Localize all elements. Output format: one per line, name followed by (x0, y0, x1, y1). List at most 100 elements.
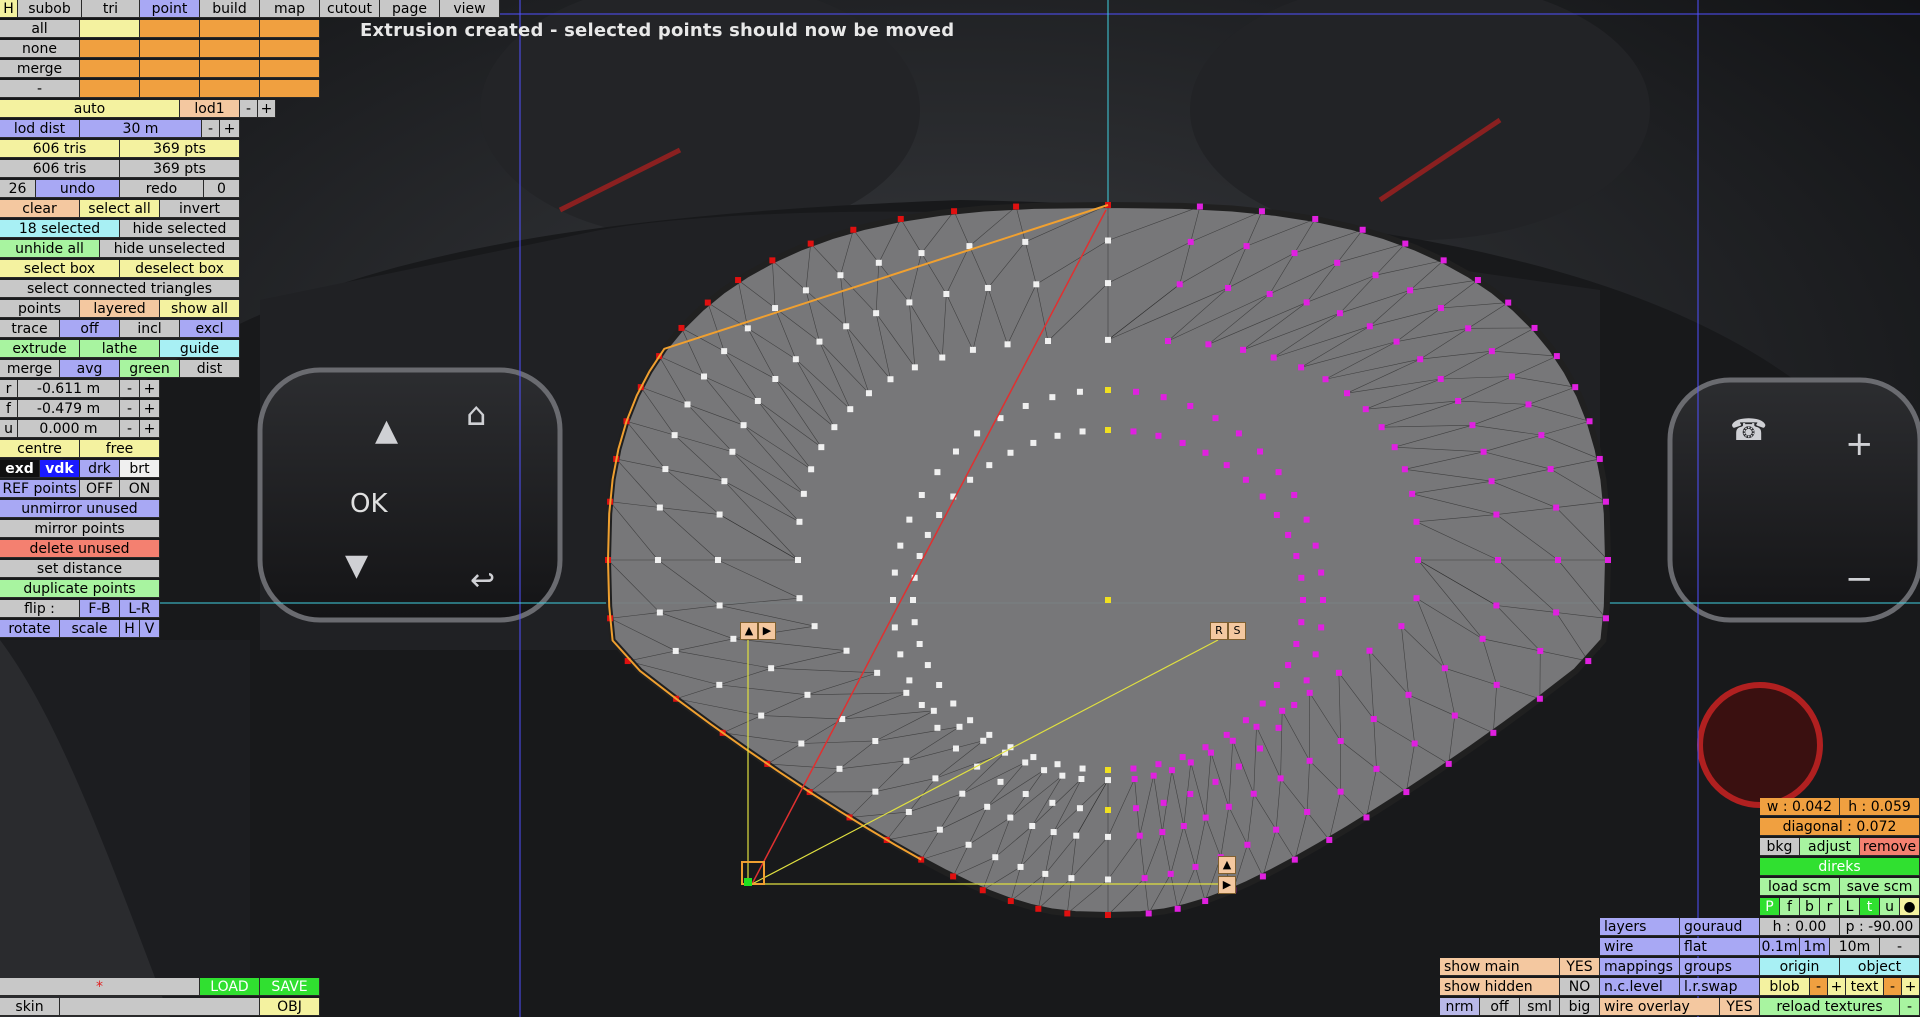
duplicate-points-button[interactable]: duplicate points (0, 580, 160, 598)
ref-on-button[interactable]: ON (120, 480, 160, 498)
obj-button[interactable]: OBJ (260, 998, 320, 1016)
redo-button[interactable]: redo (120, 180, 204, 198)
r-minus[interactable]: - (120, 380, 140, 398)
scale-handle[interactable]: S (1228, 622, 1246, 640)
u-plus[interactable]: + (140, 420, 160, 438)
load-button[interactable]: LOAD (200, 978, 260, 996)
gouraud-button[interactable]: gouraud (1680, 918, 1760, 936)
extrude-button[interactable]: extrude (0, 340, 80, 358)
set-slot[interactable] (200, 40, 260, 58)
lod-dist-minus[interactable]: - (202, 120, 220, 138)
r-plus[interactable]: + (140, 380, 160, 398)
extent-right-handle-icon[interactable]: ▶ (1218, 876, 1236, 894)
grid-1m-button[interactable]: 1m (1800, 938, 1830, 956)
set-all-button[interactable]: all (0, 20, 80, 38)
object-button[interactable]: object (1840, 958, 1920, 976)
merge-dist-button[interactable]: dist (180, 360, 240, 378)
lod-dist-value[interactable]: 30 m (80, 120, 202, 138)
v-button[interactable]: V (140, 620, 160, 638)
undo-button[interactable]: undo (36, 180, 120, 198)
guide-button[interactable]: guide (160, 340, 240, 358)
hide-unselected-button[interactable]: hide unselected (100, 240, 240, 258)
select-box-button[interactable]: select box (0, 260, 120, 278)
select-all-button[interactable]: select all (80, 200, 160, 218)
wire-overlay-toggle[interactable]: YES (1720, 998, 1760, 1016)
flip-lr-button[interactable]: L-R (120, 600, 160, 618)
rotate-handle[interactable]: R (1210, 622, 1228, 640)
set-slot[interactable] (200, 80, 260, 98)
lod-plus-button[interactable]: + (258, 100, 276, 118)
clear-button[interactable]: clear (0, 200, 80, 218)
set-slot[interactable] (260, 40, 320, 58)
set-slot[interactable] (260, 60, 320, 78)
shade-vdk-button[interactable]: vdk (40, 460, 80, 478)
tab-subob[interactable]: subob (18, 0, 82, 18)
show-hidden-toggle[interactable]: NO (1560, 978, 1600, 996)
trace-excl-button[interactable]: excl (180, 320, 240, 338)
h-button[interactable]: H (120, 620, 140, 638)
flat-button[interactable]: flat (1680, 938, 1760, 956)
merge-green-button[interactable]: green (120, 360, 180, 378)
save-button[interactable]: SAVE (260, 978, 320, 996)
origin-button[interactable]: origin (1760, 958, 1840, 976)
blob-plus-button[interactable]: + (1828, 978, 1846, 996)
grid-10m-button[interactable]: 10m (1830, 938, 1880, 956)
r-value[interactable]: -0.611 m (18, 380, 120, 398)
view-f-button[interactable]: f (1780, 898, 1800, 916)
grid-01m-button[interactable]: 0.1m (1760, 938, 1800, 956)
u-value[interactable]: 0.000 m (18, 420, 120, 438)
shade-drk-button[interactable]: drk (80, 460, 120, 478)
lod-auto-button[interactable]: auto (0, 100, 180, 118)
view-t-button[interactable]: t (1860, 898, 1880, 916)
sml-button[interactable]: sml (1520, 998, 1560, 1016)
tab-tri[interactable]: tri (82, 0, 140, 18)
f-minus[interactable]: - (120, 400, 140, 418)
tab-build[interactable]: build (200, 0, 260, 18)
ref-off-button[interactable]: OFF (80, 480, 120, 498)
set-dash-button[interactable]: - (0, 80, 80, 98)
trace-off-button[interactable]: off (60, 320, 120, 338)
layers-button[interactable]: layers (1600, 918, 1680, 936)
tab-view[interactable]: view (440, 0, 500, 18)
set-none-button[interactable]: none (0, 40, 80, 58)
groups-button[interactable]: groups (1680, 958, 1760, 976)
mirror-points-button[interactable]: mirror points (0, 520, 160, 538)
deselect-box-button[interactable]: deselect box (120, 260, 240, 278)
flip-fb-button[interactable]: F-B (80, 600, 120, 618)
bkg-button[interactable]: bkg (1760, 838, 1800, 856)
text-button[interactable]: text (1846, 978, 1884, 996)
view-l-button[interactable]: L (1840, 898, 1860, 916)
f-plus[interactable]: + (140, 400, 160, 418)
set-slot[interactable] (140, 60, 200, 78)
view-p-button[interactable]: P (1760, 898, 1780, 916)
lod-dist-plus[interactable]: + (220, 120, 240, 138)
trace-incl-button[interactable]: incl (120, 320, 180, 338)
blob-minus-button[interactable]: - (1810, 978, 1828, 996)
free-button[interactable]: free (80, 440, 160, 458)
text-minus-button[interactable]: - (1884, 978, 1902, 996)
grid-dash-button[interactable]: - (1880, 938, 1920, 956)
lod1-button[interactable]: lod1 (180, 100, 240, 118)
hide-selected-button[interactable]: hide selected (120, 220, 240, 238)
lod-minus-button[interactable]: - (240, 100, 258, 118)
set-slot[interactable] (140, 80, 200, 98)
mesh-overlay[interactable] (0, 0, 1920, 1017)
invert-button[interactable]: invert (160, 200, 240, 218)
load-scm-button[interactable]: load scm (1760, 878, 1840, 896)
blob-button[interactable]: blob (1760, 978, 1810, 996)
u-minus[interactable]: - (120, 420, 140, 438)
text-plus-button[interactable]: + (1902, 978, 1920, 996)
centre-button[interactable]: centre (0, 440, 80, 458)
set-distance-button[interactable]: set distance (0, 560, 160, 578)
unmirror-unused-button[interactable]: unmirror unused (0, 500, 160, 518)
set-slot[interactable] (140, 40, 200, 58)
lathe-button[interactable]: lathe (80, 340, 160, 358)
f-value[interactable]: -0.479 m (18, 400, 120, 418)
view-dot-button[interactable]: ● (1900, 898, 1920, 916)
mappings-button[interactable]: mappings (1600, 958, 1680, 976)
nrm-button[interactable]: nrm (1440, 998, 1480, 1016)
tab-page[interactable]: page (380, 0, 440, 18)
remove-button[interactable]: remove (1860, 838, 1920, 856)
layered-button[interactable]: layered (80, 300, 160, 318)
set-slot[interactable] (140, 20, 200, 38)
